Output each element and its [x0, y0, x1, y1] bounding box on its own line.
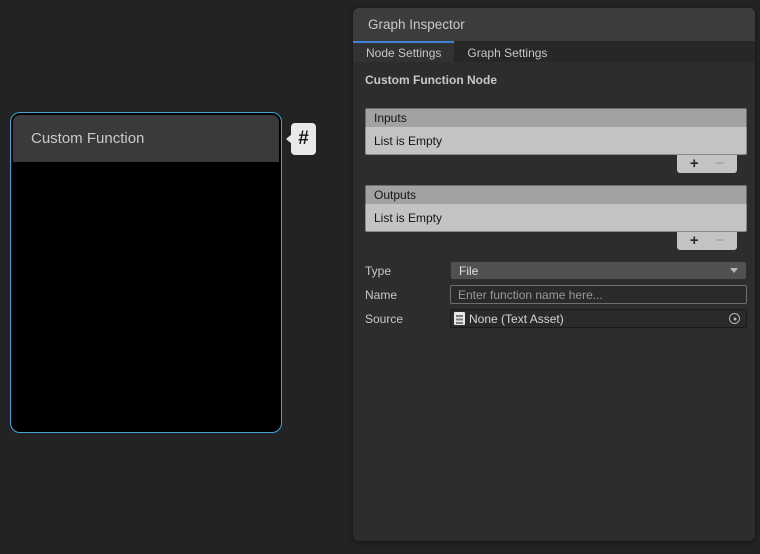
type-label: Type: [365, 264, 450, 278]
object-picker-icon[interactable]: [729, 313, 740, 324]
hash-icon: #: [298, 128, 309, 150]
text-asset-icon: [454, 312, 465, 325]
graph-inspector-panel: Graph Inspector Node Settings Graph Sett…: [353, 8, 755, 541]
inputs-list: Inputs List is Empty + −: [365, 108, 747, 173]
name-row: Name: [365, 285, 747, 304]
outputs-remove-button[interactable]: −: [711, 234, 728, 248]
inputs-add-button[interactable]: +: [686, 157, 703, 171]
inputs-remove-button[interactable]: −: [711, 157, 728, 171]
node-hash-badge[interactable]: #: [291, 123, 316, 155]
inspector-title: Graph Inspector: [368, 17, 465, 32]
type-dropdown-value: File: [459, 264, 478, 278]
node-title: Custom Function: [31, 130, 144, 147]
inputs-list-footer: + −: [677, 155, 737, 173]
custom-function-node[interactable]: Custom Function: [10, 112, 282, 433]
tab-graph-settings[interactable]: Graph Settings: [454, 41, 560, 62]
source-object-value: None (Text Asset): [469, 312, 564, 326]
outputs-add-button[interactable]: +: [686, 234, 703, 248]
outputs-list-empty-row: List is Empty: [365, 204, 747, 232]
function-name-input[interactable]: [450, 285, 747, 304]
name-label: Name: [365, 288, 450, 302]
node-settings-form: Type File Name Source None (Text Asset): [365, 261, 747, 328]
source-row: Source None (Text Asset): [365, 309, 747, 328]
section-title: Custom Function Node: [365, 73, 743, 88]
source-object-field[interactable]: None (Text Asset): [450, 309, 747, 328]
chevron-down-icon: [730, 268, 738, 273]
node-title-bar[interactable]: Custom Function: [13, 115, 279, 162]
inputs-list-empty-row: List is Empty: [365, 127, 747, 155]
graph-canvas[interactable]: Custom Function # Graph Inspector Node S…: [0, 0, 760, 554]
inputs-list-header: Inputs: [365, 108, 747, 127]
type-dropdown[interactable]: File: [450, 261, 747, 280]
outputs-list: Outputs List is Empty + −: [365, 185, 747, 250]
outputs-list-header: Outputs: [365, 185, 747, 204]
source-label: Source: [365, 312, 450, 326]
inspector-tab-bar: Node Settings Graph Settings: [353, 41, 755, 62]
inspector-title-bar[interactable]: Graph Inspector: [353, 8, 755, 41]
tab-node-settings[interactable]: Node Settings: [353, 41, 454, 62]
type-row: Type File: [365, 261, 747, 280]
outputs-list-footer: + −: [677, 232, 737, 250]
